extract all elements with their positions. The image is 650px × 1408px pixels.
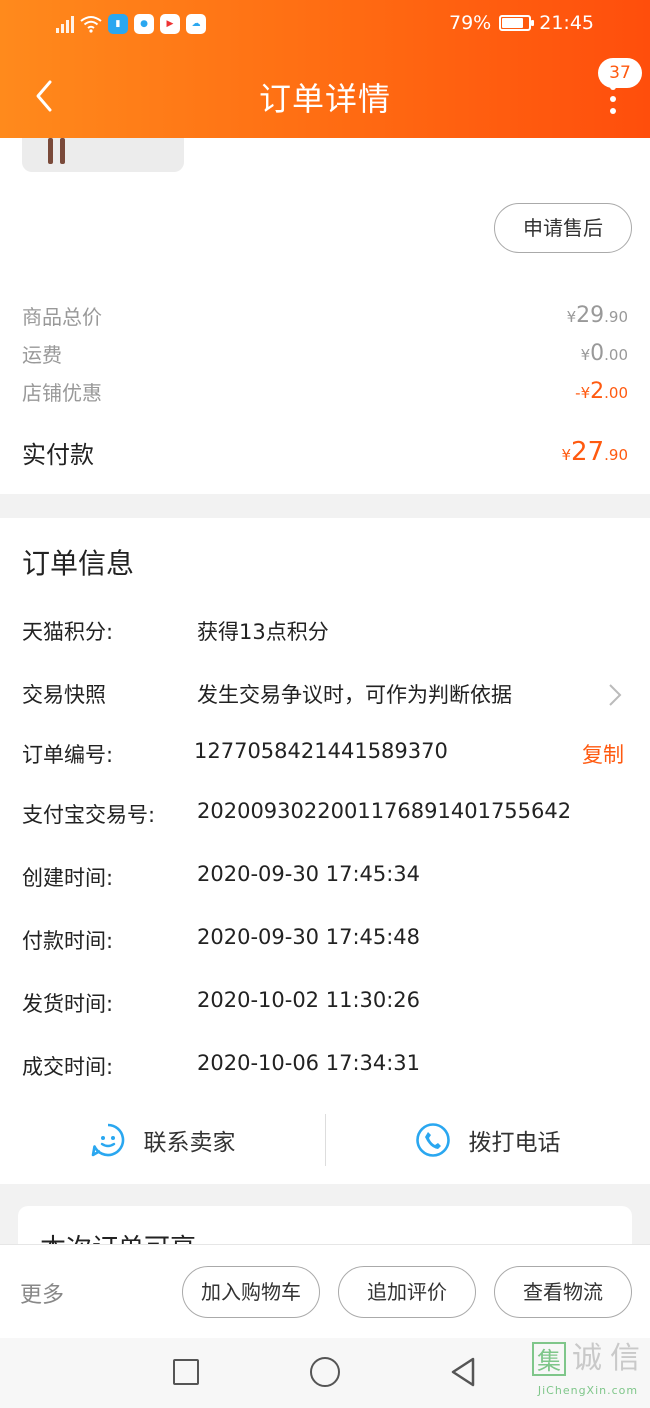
more-button[interactable]: 更多 [20, 1277, 64, 1309]
battery-percent: 79% [449, 12, 492, 34]
phone-icon [415, 1123, 450, 1157]
call-phone-label: 拨打电话 [468, 1130, 561, 1156]
price-value: ¥29.90 [566, 302, 628, 328]
info-value: 1277058421441589370 [194, 739, 448, 763]
clock: 21:45 [539, 12, 594, 34]
info-key: 付款时间: [22, 929, 114, 953]
watermark-char: 集 [532, 1342, 566, 1376]
price-label: 实付款 [22, 440, 94, 469]
info-value: 2020093022001176891401755642 [197, 799, 572, 823]
info-row-created-time: 创建时间: 2020-09-30 17:45:34 [22, 862, 628, 896]
price-label: 店铺优惠 [22, 380, 102, 405]
reader-app-icon: ▮ [108, 14, 128, 34]
watermark-char: 诚 [572, 1341, 602, 1376]
status-bar: ▮ ● ▶ ☁ 79% 21:45 [0, 0, 650, 50]
watermark-domain: JiChengXin.com [537, 1384, 639, 1397]
info-row-trade-snapshot[interactable]: 交易快照 发生交易争议时，可作为判断依据 [22, 679, 628, 713]
info-value: 2020-09-30 17:45:48 [197, 925, 421, 949]
status-icons-right: 79% 21:45 [449, 12, 594, 34]
contact-seller-button[interactable]: 联系卖家 [0, 1110, 325, 1170]
order-info-card: 订单信息 天猫积分: 获得13点积分 交易快照 发生交易争议时，可作为判断依据 … [0, 518, 650, 1184]
status-icons-left: ▮ ● ▶ ☁ [56, 14, 206, 34]
home-icon[interactable] [310, 1357, 340, 1387]
info-row-tmall-points: 天猫积分: 获得13点积分 [22, 616, 628, 650]
watermark-char: 信 [610, 1341, 640, 1376]
cloud-app-icon: ☁ [186, 14, 206, 34]
recommend-card: 本次订单可享 [18, 1206, 632, 1244]
info-row-order-number: 订单编号: 1277058421441589370 复制 [22, 739, 628, 773]
recommend-title: 本次订单可享 [40, 1228, 196, 1244]
message-count-badge[interactable]: 37 [598, 58, 642, 88]
section-title: 订单信息 [22, 547, 135, 580]
copy-button[interactable]: 复制 [582, 739, 624, 769]
price-value: -¥2.00 [575, 378, 628, 404]
bottom-action-bar: 更多 加入购物车 追加评价 查看物流 [0, 1244, 650, 1338]
price-value: ¥0.00 [580, 340, 628, 366]
contact-bar: 联系卖家 拨打电话 [0, 1110, 650, 1170]
info-row-alipay-trade-number: 支付宝交易号: 2020093022001176891401755642 [22, 799, 628, 833]
info-value: 2020-10-06 17:34:31 [197, 1051, 421, 1075]
info-key: 成交时间: [22, 1055, 114, 1079]
product-card: 申请售后 商品总价 ¥29.90 运费 ¥0.00 店铺优惠 -¥2.00 实付… [0, 138, 650, 494]
add-to-cart-button[interactable]: 加入购物车 [182, 1266, 320, 1318]
view-logistics-button[interactable]: 查看物流 [494, 1266, 632, 1318]
info-key: 订单编号: [22, 743, 114, 767]
info-key: 天猫积分: [22, 620, 114, 644]
info-value: 获得13点积分 [197, 620, 329, 644]
contact-seller-label: 联系卖家 [143, 1130, 236, 1156]
page-title: 订单详情 [258, 80, 391, 118]
youku-app-icon: ▶ [160, 14, 180, 34]
price-row-shipping: 运费 ¥0.00 [22, 338, 628, 368]
price-label: 商品总价 [22, 304, 102, 329]
info-key: 发货时间: [22, 992, 114, 1016]
price-row-paid: 实付款 ¥27.90 [22, 432, 628, 472]
wifi-icon [80, 16, 102, 33]
battery-icon [499, 15, 535, 31]
price-row-store-discount: 店铺优惠 -¥2.00 [22, 376, 628, 406]
battery-level [502, 18, 523, 28]
add-review-button[interactable]: 追加评价 [338, 1266, 476, 1318]
chat-face-icon [91, 1123, 124, 1157]
info-key: 交易快照 [22, 683, 106, 707]
call-phone-button[interactable]: 拨打电话 [325, 1110, 650, 1170]
hd-signal-icon [56, 15, 74, 33]
chevron-right-icon [609, 684, 622, 706]
bulb-app-icon: ● [134, 14, 154, 34]
info-row-shipped-time: 发货时间: 2020-10-02 11:30:26 [22, 988, 628, 1022]
info-value: 发生交易争议时，可作为判断依据 [197, 683, 512, 707]
price-label: 运费 [22, 342, 62, 367]
info-value: 2020-10-02 11:30:26 [197, 988, 421, 1012]
info-row-deal-time: 成交时间: 2020-10-06 17:34:31 [22, 1051, 628, 1085]
price-value: ¥27.90 [561, 437, 629, 467]
watermark-logo: 集 诚 信 JiChengXin.com [532, 1342, 644, 1404]
apply-after-sale-button[interactable]: 申请售后 [494, 203, 632, 253]
more-options-icon[interactable] [608, 84, 618, 114]
info-row-paid-time: 付款时间: 2020-09-30 17:45:48 [22, 925, 628, 959]
system-nav-bar: 集 诚 信 JiChengXin.com [0, 1338, 650, 1408]
recent-apps-icon[interactable] [173, 1359, 199, 1385]
back-triangle-icon[interactable] [448, 1356, 478, 1388]
info-value: 2020-09-30 17:45:34 [197, 862, 421, 886]
header-bar: ▮ ● ▶ ☁ 79% 21:45 订单详情 37 [0, 0, 650, 138]
product-thumbnail[interactable] [22, 138, 184, 172]
info-key: 支付宝交易号: [22, 803, 156, 827]
info-key: 创建时间: [22, 866, 114, 890]
price-row-goods-total: 商品总价 ¥29.90 [22, 300, 628, 330]
